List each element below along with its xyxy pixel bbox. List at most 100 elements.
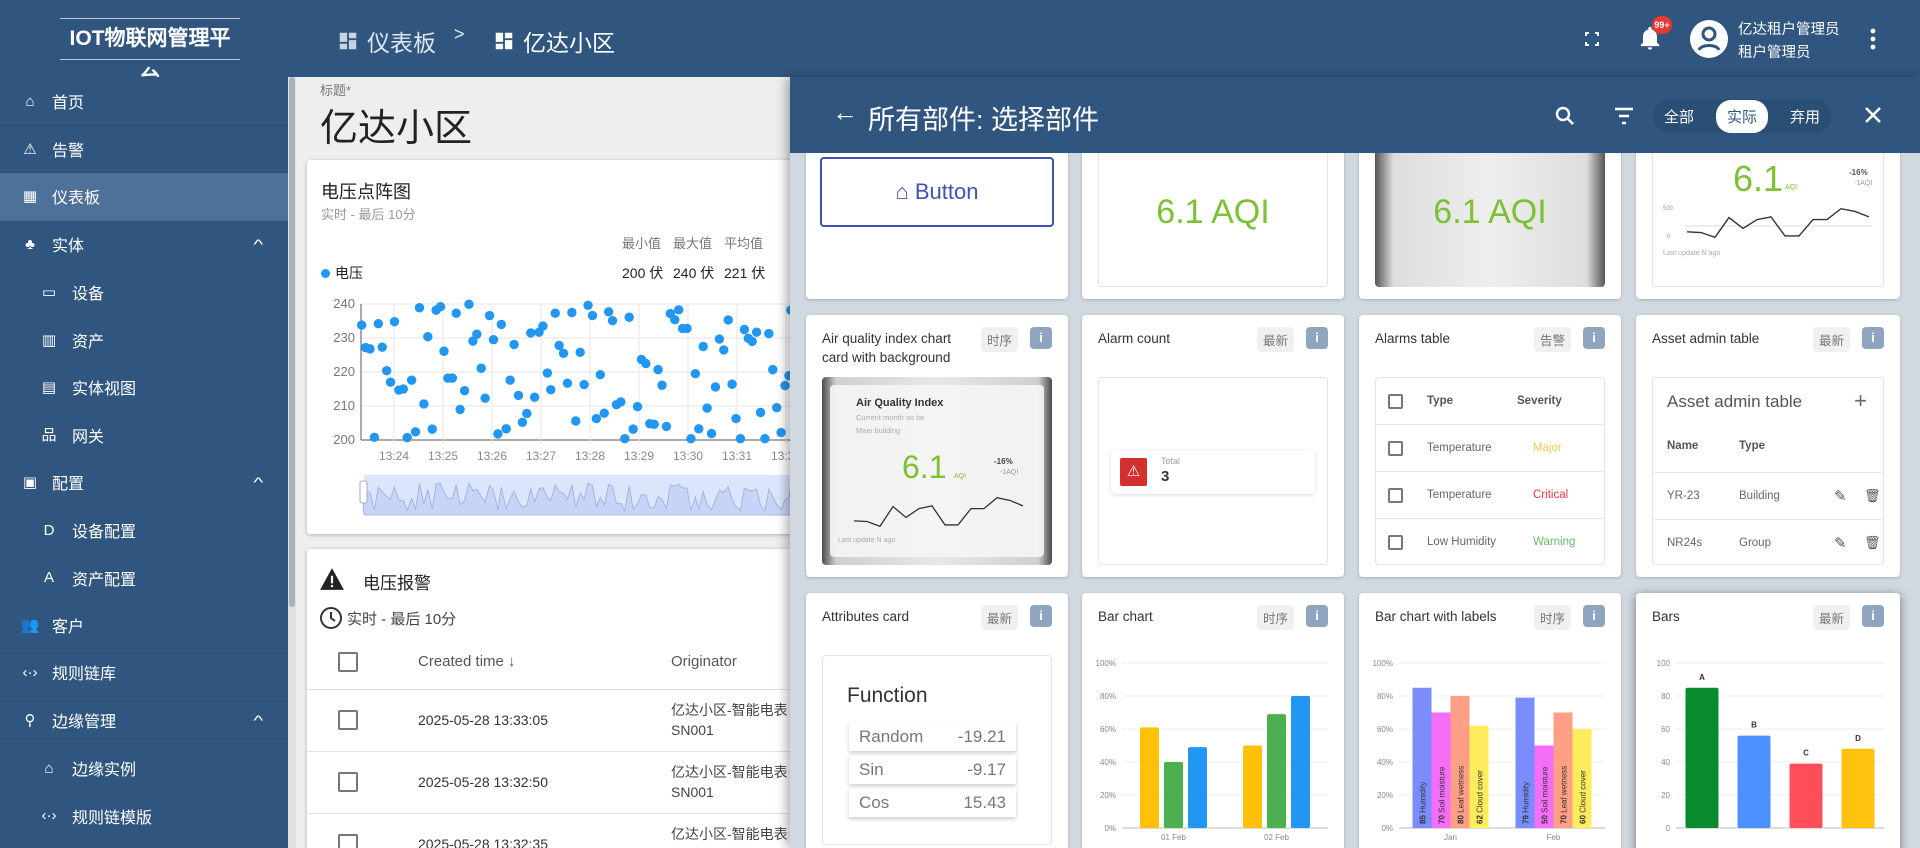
scatter-point[interactable] (480, 393, 490, 403)
scatter-point[interactable] (694, 424, 704, 434)
scatter-point[interactable] (673, 305, 684, 315)
scatter-point[interactable] (632, 401, 643, 412)
filter-deprecated[interactable]: 弃用 (1790, 106, 1820, 127)
widget-card[interactable]: Asset admin table 最新 i Asset admin table + Na… (1636, 315, 1900, 577)
sidebar-item[interactable]: ▭ 设备 (0, 268, 288, 316)
scatter-point[interactable] (624, 312, 634, 322)
delete-icon[interactable]: 🗑 (1864, 488, 1881, 504)
scatter-point[interactable] (653, 364, 663, 375)
sidebar-item[interactable]: ▣ 配置 ^ (0, 459, 288, 507)
info-button[interactable]: i (1306, 327, 1328, 349)
select-all-checkbox[interactable] (338, 652, 358, 672)
scatter-point[interactable] (526, 328, 536, 338)
sidebar-item[interactable]: ▥ 资产 (0, 316, 288, 364)
select-all-checkbox[interactable] (1388, 393, 1403, 409)
scatter-point[interactable] (595, 370, 605, 380)
row-checkbox[interactable] (338, 834, 358, 848)
scatter-point[interactable] (649, 419, 659, 430)
scatter-point[interactable] (579, 379, 589, 390)
scatter-point[interactable] (776, 427, 786, 438)
scatter-point[interactable] (439, 346, 449, 356)
scatter-point[interactable] (385, 377, 396, 387)
widget-card[interactable]: Alarms table 告警 i Type Severity Temperature Ma… (1359, 315, 1621, 577)
sidebar-scrollbar-thumb[interactable] (289, 77, 295, 607)
sidebar-item[interactable]: ⌂ 边缘实例 (0, 744, 288, 792)
row-checkbox[interactable] (1388, 534, 1403, 550)
sidebar-item[interactable]: ⚲ 边缘管理 ^ (0, 697, 288, 745)
scatter-point[interactable] (529, 392, 540, 402)
scatter-point[interactable] (377, 342, 387, 352)
scatter-point[interactable] (571, 416, 581, 426)
scatter-point[interactable] (780, 380, 790, 391)
scatter-point[interactable] (550, 308, 560, 318)
widget-card[interactable]: Bar chart with labels 时序 i 0% 20% 40% 60% 80% 10… (1359, 593, 1621, 848)
scatter-point[interactable] (641, 358, 651, 369)
data-zoom-handle[interactable] (359, 480, 368, 504)
table-row[interactable]: Temperature Major (1376, 424, 1604, 471)
filter-all[interactable]: 全部 (1664, 106, 1694, 127)
scatter-point[interactable] (690, 369, 701, 379)
scatter-point[interactable] (739, 324, 750, 335)
scatter-point[interactable] (484, 310, 495, 321)
scatter-point[interactable] (731, 413, 741, 424)
scatter-point[interactable] (698, 341, 708, 352)
scatter-point[interactable] (373, 319, 384, 329)
scatter-point[interactable] (628, 424, 638, 434)
scatter-point[interactable] (398, 384, 409, 394)
sidebar-item[interactable]: ‹·› 规则链库 (0, 649, 288, 697)
filter-icon[interactable] (1613, 105, 1635, 127)
sidebar-item[interactable]: 品网关 (0, 411, 288, 459)
scatter-point[interactable] (682, 323, 692, 334)
add-icon[interactable]: + (1854, 388, 1867, 414)
scatter-point[interactable] (414, 303, 425, 313)
sidebar-item[interactable]: A 资产配置 (0, 554, 288, 602)
bar[interactable] (1140, 727, 1159, 828)
bar[interactable] (1685, 687, 1719, 828)
column-severity[interactable]: Severity (1517, 395, 1562, 407)
sidebar-item[interactable]: ♣ 实体 ^ (0, 221, 288, 269)
delete-icon[interactable]: 🗑 (1864, 535, 1881, 551)
scatter-point[interactable] (389, 316, 400, 327)
notifications-button[interactable]: 99+ (1636, 16, 1672, 52)
scatter-point[interactable] (455, 404, 465, 415)
scatter-point[interactable] (567, 307, 577, 318)
sidebar-item[interactable]: ⌂ 首页 (0, 78, 288, 126)
scatter-point[interactable] (517, 417, 528, 428)
scatter-point[interactable] (616, 397, 626, 407)
scatter-point[interactable] (369, 432, 380, 442)
scatter-point[interactable] (710, 382, 721, 392)
scatter-point[interactable] (768, 364, 778, 375)
scatter-point[interactable] (402, 432, 412, 443)
scatter-point[interactable] (764, 328, 774, 339)
dashboard-title-input[interactable]: 亿达小区 (320, 97, 472, 152)
info-button[interactable]: i (1030, 605, 1052, 627)
timewindow[interactable]: 实时 - 最后 10分 (347, 608, 456, 629)
scatter-point[interactable] (423, 331, 433, 342)
scatter-point[interactable] (670, 314, 680, 325)
scatter-point[interactable] (714, 334, 725, 344)
edit-icon[interactable]: ✎ (1834, 487, 1864, 505)
close-icon[interactable] (1863, 105, 1883, 125)
row-checkbox[interactable] (1388, 440, 1403, 456)
bar[interactable] (1243, 745, 1262, 829)
search-icon[interactable] (1553, 104, 1577, 128)
bar[interactable] (1789, 763, 1823, 828)
scatter-point[interactable] (607, 315, 618, 326)
info-button[interactable]: i (1862, 327, 1884, 349)
scatter-point[interactable] (727, 379, 737, 389)
bar[interactable] (1841, 748, 1875, 828)
scatter-point[interactable] (435, 302, 446, 312)
scatter-point[interactable] (459, 386, 470, 396)
scatter-point[interactable] (505, 375, 515, 385)
scatter-point[interactable] (447, 373, 458, 383)
scatter-point[interactable] (751, 327, 762, 337)
scatter-point[interactable] (735, 433, 746, 444)
widget-card[interactable]: Attributes card 最新 i Function Random -19.21 Si… (806, 593, 1068, 848)
scatter-point[interactable] (542, 368, 553, 378)
row-checkbox[interactable] (338, 710, 358, 730)
scatter-point[interactable] (365, 344, 375, 354)
widget-card[interactable]: Air quality index chart card with backgr… (806, 315, 1068, 577)
sidebar-item[interactable]: D 设备配置 (0, 506, 288, 554)
table-row[interactable]: NR24s Group ✎ 🗑 (1653, 519, 1883, 564)
scatter-point[interactable] (476, 363, 486, 373)
